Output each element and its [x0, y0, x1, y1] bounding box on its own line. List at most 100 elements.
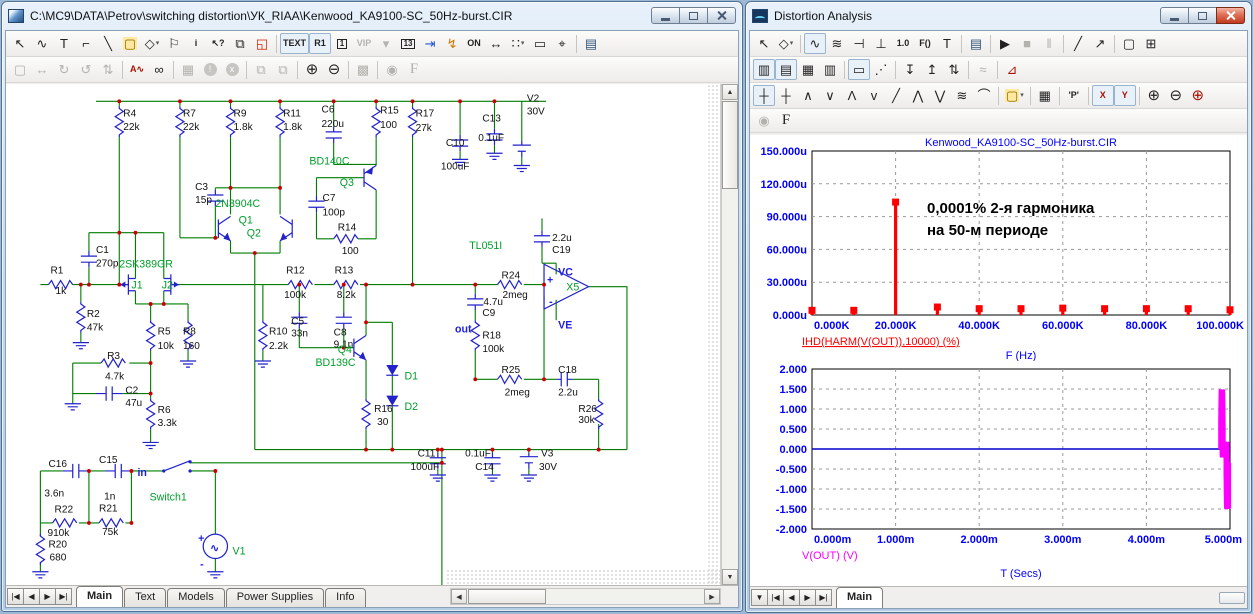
- vip-toggle[interactable]: VIP: [353, 33, 375, 54]
- grid-toggle[interactable]: ∷▾: [507, 33, 529, 54]
- transient-plot[interactable]: 2.0001.5001.0000.5000.000-0.500-1.000-1.…: [752, 363, 1246, 586]
- shape-tools[interactable]: ◇▾: [775, 33, 797, 54]
- attribute-display-toggle[interactable]: R1: [309, 33, 331, 54]
- copy-picture-button[interactable]: ⧉: [250, 59, 272, 80]
- title-block-toggle[interactable]: ⌖: [551, 33, 573, 54]
- polyline-tool[interactable]: ↗: [1089, 33, 1111, 54]
- line-tool[interactable]: ╲: [97, 33, 119, 54]
- go-to-inflection-button[interactable]: ╱: [885, 85, 907, 106]
- flyback-button[interactable]: ◉: [381, 59, 403, 80]
- go-to-high-button[interactable]: Λ: [841, 85, 863, 106]
- tab-power-supplies[interactable]: Power Supplies: [226, 588, 324, 607]
- text-tool[interactable]: T: [936, 33, 958, 54]
- schematic-drawing[interactable]: R422kR722kR91.8kR111.8kC6220uR15100R1727…: [6, 84, 720, 585]
- minimize-button[interactable]: [1160, 7, 1189, 24]
- cursor-tag-right-button[interactable]: ↥: [921, 59, 943, 80]
- select-region-button[interactable]: ▢: [1118, 33, 1140, 54]
- tab-info[interactable]: Info: [325, 588, 365, 607]
- scroll-up-button[interactable]: ▲: [722, 84, 738, 100]
- line-tool[interactable]: ╱: [1067, 33, 1089, 54]
- flyback-button[interactable]: ◉: [753, 110, 775, 131]
- find-part-button[interactable]: A∿: [126, 59, 148, 80]
- formula-tag-button[interactable]: F(): [914, 33, 936, 54]
- schematic-canvas[interactable]: R422kR722kR91.8kR111.8kC6220uR15100R1727…: [6, 84, 721, 585]
- text-tool[interactable]: T: [53, 33, 75, 54]
- info-tool[interactable]: i: [185, 33, 207, 54]
- tab-next-button[interactable]: ▶: [39, 588, 56, 605]
- error-circle-button[interactable]: x: [221, 59, 243, 80]
- region-enable-tool[interactable]: ◱: [251, 33, 273, 54]
- cursor-tag-left-button[interactable]: ↧: [899, 59, 921, 80]
- condition-toggle[interactable]: ↔: [485, 33, 507, 54]
- horizontal-scroll-thumb[interactable]: [468, 589, 546, 604]
- info-circle-button[interactable]: !: [199, 59, 221, 80]
- text-display-toggle[interactable]: TEXT: [280, 33, 309, 54]
- y-scale-button[interactable]: Y: [1114, 85, 1136, 106]
- tab-main[interactable]: Main: [76, 586, 123, 607]
- scroll-right-button[interactable]: ▶: [704, 589, 720, 604]
- vertical-tag-button[interactable]: ⊥: [870, 33, 892, 54]
- go-to-global-high-button[interactable]: ⋀: [907, 85, 929, 106]
- properties-button[interactable]: ▤: [965, 33, 987, 54]
- go-to-valley-button[interactable]: ∨: [819, 85, 841, 106]
- envelope-button[interactable]: ≋: [951, 85, 973, 106]
- component-tool[interactable]: ▢: [119, 33, 141, 54]
- harmonics-plot[interactable]: 150.000u120.000u90.000u60.000u30.000u0.0…: [752, 135, 1246, 361]
- tab-main[interactable]: Main: [836, 587, 883, 608]
- numeric-output-button[interactable]: ▦: [1034, 85, 1056, 106]
- zoom-area-button[interactable]: ⊕: [1187, 85, 1209, 106]
- graphics-mode-button[interactable]: ∿: [804, 33, 826, 54]
- zoom-in-button[interactable]: ⊕: [301, 59, 323, 80]
- waveform-buffer-button[interactable]: ≋: [826, 33, 848, 54]
- tab-last-button[interactable]: ▶|: [815, 589, 832, 606]
- close-button[interactable]: [1216, 7, 1245, 24]
- zoom-out-button[interactable]: ⊖: [1165, 85, 1187, 106]
- stretch-button[interactable]: ↔: [31, 59, 53, 80]
- browser-tool[interactable]: ⧉: [229, 33, 251, 54]
- smoothing-button[interactable]: ≈: [972, 59, 994, 80]
- stop-button[interactable]: ■: [1016, 33, 1038, 54]
- help-mode-tool[interactable]: ↖?: [207, 33, 229, 54]
- pause-button[interactable]: ‖: [1038, 33, 1060, 54]
- value-tag-button[interactable]: 1.0: [892, 33, 914, 54]
- border-toggle[interactable]: ▭: [529, 33, 551, 54]
- add-part-button[interactable]: ▢▾: [1002, 85, 1027, 106]
- x-scale-button[interactable]: X: [1092, 85, 1114, 106]
- tab-prev-button[interactable]: ◀: [23, 588, 40, 605]
- horizontal-tag-button[interactable]: ⊣: [848, 33, 870, 54]
- close-button[interactable]: [707, 7, 736, 24]
- vip-dropdown[interactable]: ▾: [375, 33, 397, 54]
- find-button[interactable]: ∞: [148, 59, 170, 80]
- select-tool[interactable]: ↖: [753, 33, 775, 54]
- plot-columns-button[interactable]: ▥: [819, 59, 841, 80]
- properties-button[interactable]: ▤: [580, 33, 602, 54]
- power-term-toggle[interactable]: ON: [463, 33, 485, 54]
- go-to-low-button[interactable]: v: [863, 85, 885, 106]
- plot-vertical-stripes-button[interactable]: ▥: [753, 59, 775, 80]
- shape-tools[interactable]: ◇▾: [141, 33, 163, 54]
- go-to-peak-button[interactable]: ∧: [797, 85, 819, 106]
- data-points-button[interactable]: ⊞: [1140, 33, 1162, 54]
- scroll-left-button[interactable]: ◀: [451, 589, 467, 604]
- resize-corner[interactable]: [1219, 592, 1245, 604]
- select-tool[interactable]: ↖: [9, 33, 31, 54]
- tracker-button[interactable]: ⋰: [870, 59, 892, 80]
- pan-mode-button[interactable]: ▩: [352, 59, 374, 80]
- copy-page-button[interactable]: ⧉: [272, 59, 294, 80]
- restore-button[interactable]: [679, 7, 708, 24]
- run-button[interactable]: ▶: [994, 33, 1016, 54]
- zoom-in-button[interactable]: ⊕: [1143, 85, 1165, 106]
- pin-connection-toggle[interactable]: ⇥: [419, 33, 441, 54]
- scope-setup-button[interactable]: ⊿: [1001, 59, 1023, 80]
- font-button[interactable]: F: [775, 110, 797, 131]
- zoom-out-button[interactable]: ⊖: [323, 59, 345, 80]
- tab-models[interactable]: Models: [167, 588, 224, 607]
- font-button[interactable]: F: [403, 59, 425, 80]
- node-number-toggle[interactable]: 1: [331, 33, 353, 54]
- go-to-global-low-button[interactable]: ⋁: [929, 85, 951, 106]
- ortho-wire-tool[interactable]: ⌐: [75, 33, 97, 54]
- wire-mode-tool[interactable]: ∿: [31, 33, 53, 54]
- top-button[interactable]: ⌒: [973, 85, 995, 106]
- vertical-scrollbar[interactable]: ▲ ▼: [721, 84, 738, 585]
- horizontal-scrollbar[interactable]: ◀ ▶: [450, 588, 721, 605]
